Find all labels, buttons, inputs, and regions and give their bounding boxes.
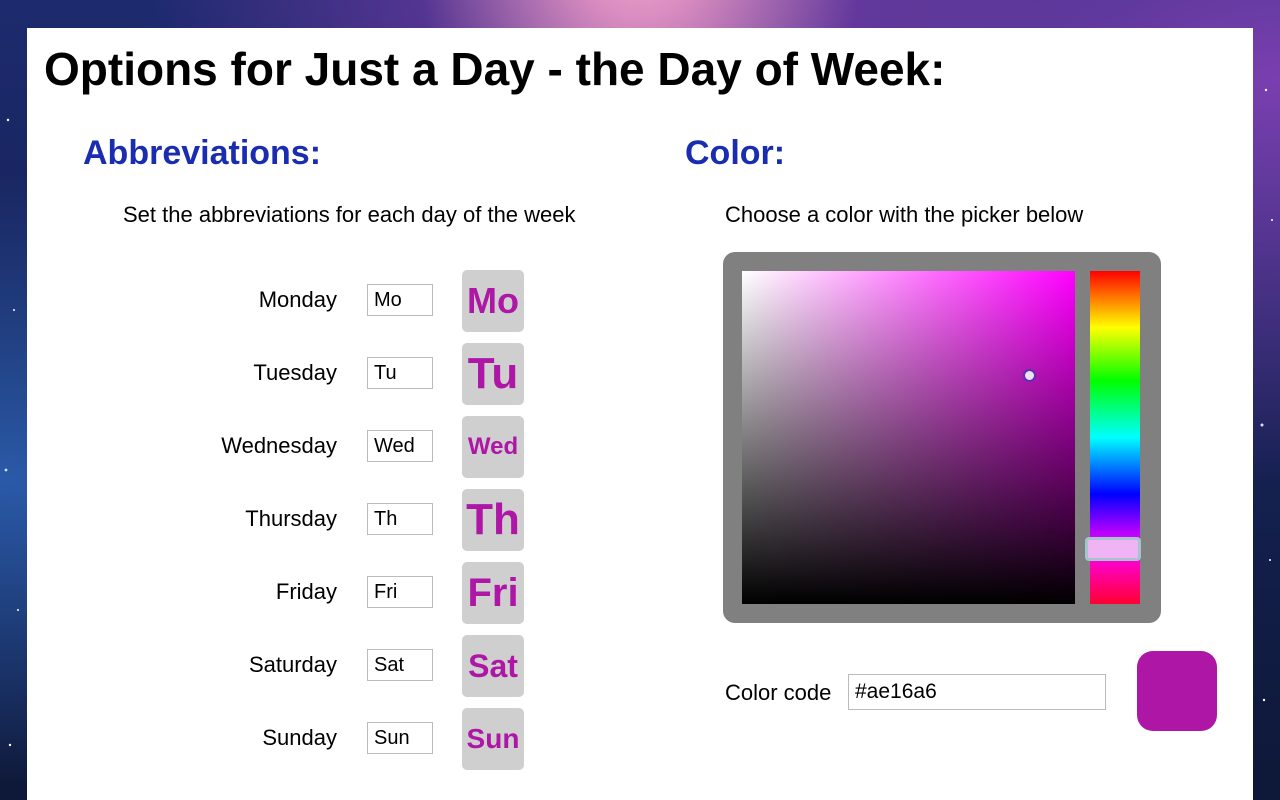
color-code-input[interactable] (848, 674, 1106, 710)
abbr-preview-saturday: Sat (462, 635, 524, 697)
abbreviations-heading: Abbreviations: (83, 134, 322, 172)
day-label-tuesday: Tuesday (253, 360, 337, 385)
abbr-input-thursday[interactable] (367, 503, 433, 535)
abbr-preview-thursday: Th (462, 489, 524, 551)
abbr-input-monday[interactable] (367, 284, 433, 316)
color-swatch (1137, 651, 1217, 731)
day-label-saturday: Saturday (248, 652, 337, 677)
day-row-monday: Monday Mo (27, 270, 587, 332)
color-code-label: Color code (725, 680, 832, 705)
abbr-input-friday[interactable] (367, 576, 433, 608)
abbr-preview-tuesday: Tu (462, 343, 524, 405)
day-label-thursday: Thursday (245, 506, 337, 531)
abbreviations-description: Set the abbreviations for each day of th… (123, 202, 576, 227)
saturation-value-area[interactable] (742, 271, 1075, 604)
day-label-friday: Friday (275, 579, 337, 604)
abbr-preview-friday: Fri (462, 562, 524, 624)
color-cursor[interactable] (1023, 369, 1036, 382)
day-label-monday: Monday (258, 287, 337, 312)
day-row-thursday: Thursday Th (27, 489, 587, 551)
day-row-friday: Friday Fri (27, 562, 587, 624)
page-title: Options for Just a Day - the Day of Week… (44, 43, 946, 95)
color-picker (723, 252, 1161, 623)
color-description: Choose a color with the picker below (725, 202, 1084, 227)
day-row-saturday: Saturday Sat (27, 635, 587, 697)
day-label-sunday: Sunday (262, 725, 337, 750)
day-label-wednesday: Wednesday (221, 433, 337, 458)
day-row-wednesday: Wednesday Wed (27, 416, 587, 478)
hue-slider-handle[interactable] (1085, 537, 1141, 561)
abbr-preview-wednesday: Wed (462, 416, 524, 478)
abbr-input-tuesday[interactable] (367, 357, 433, 389)
abbr-input-saturday[interactable] (367, 649, 433, 681)
abbr-input-wednesday[interactable] (367, 430, 433, 462)
abbr-preview-monday: Mo (462, 270, 524, 332)
abbr-preview-sunday: Sun (462, 708, 524, 770)
day-row-tuesday: Tuesday Tu (27, 343, 587, 405)
day-row-sunday: Sunday Sun (27, 708, 587, 770)
abbr-input-sunday[interactable] (367, 722, 433, 754)
color-heading: Color: (685, 134, 786, 172)
options-panel: Options for Just a Day - the Day of Week… (27, 28, 1253, 800)
